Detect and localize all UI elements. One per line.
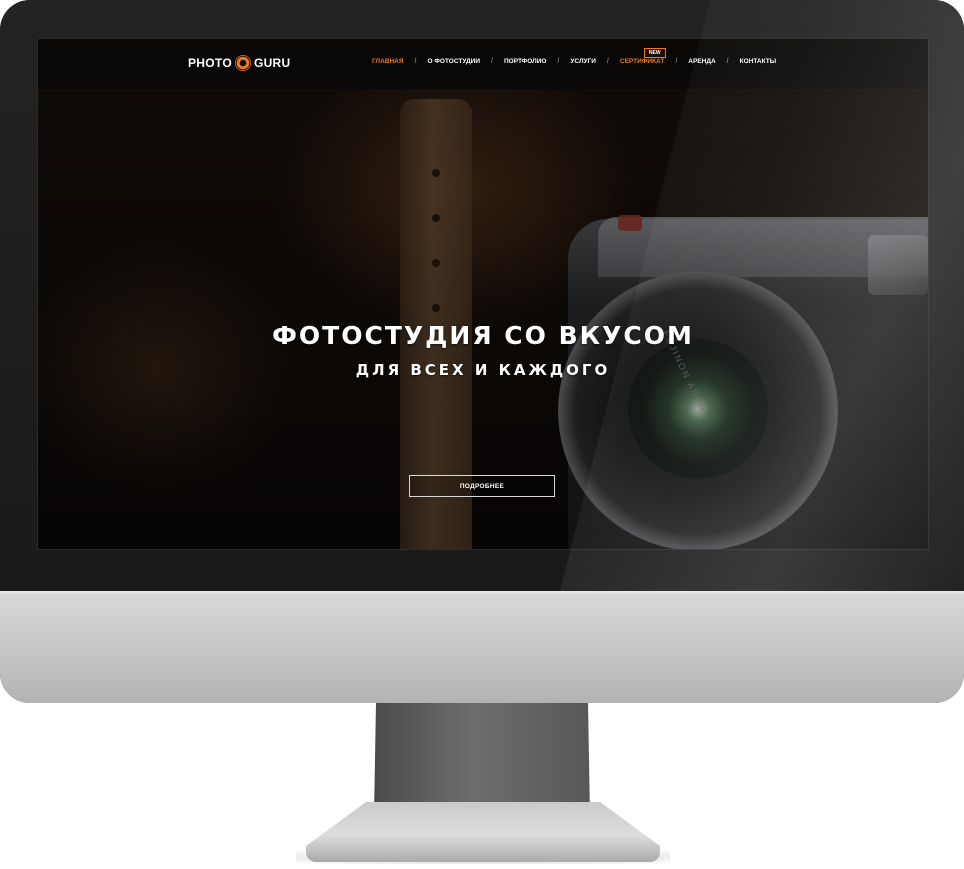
nav-separator: /	[726, 58, 729, 65]
nav-separator: /	[414, 58, 417, 65]
nav-item-about[interactable]: О ФОТОСТУДИИ	[428, 58, 481, 65]
hero-subtitle: ДЛЯ ВСЕХ И КАЖДОГО	[355, 361, 611, 379]
new-badge: NEW	[643, 48, 666, 58]
desktop-mockup: FUJINON ASPH PHOTO GURU ГЛАВНАЯ / О ФОТО…	[0, 0, 964, 869]
nav-item-portfolio[interactable]: ПОРТФОЛИО	[504, 58, 546, 65]
hero-dark-overlay	[38, 39, 928, 549]
aperture-icon	[234, 55, 251, 71]
monitor: FUJINON ASPH PHOTO GURU ГЛАВНАЯ / О ФОТО…	[0, 0, 964, 703]
nav-separator: /	[491, 58, 493, 65]
nav-separator: /	[675, 58, 678, 65]
nav-item-rent[interactable]: АРЕНДА	[688, 58, 715, 65]
website-screen: FUJINON ASPH PHOTO GURU ГЛАВНАЯ / О ФОТО…	[37, 38, 929, 550]
site-logo[interactable]: PHOTO GURU	[188, 53, 291, 73]
nav-item-contacts[interactable]: КОНТАКТЫ	[740, 58, 776, 65]
monitor-stand-neck	[374, 703, 590, 815]
nav-separator: /	[557, 58, 560, 65]
nav-separator: /	[606, 58, 609, 65]
more-button[interactable]: ПОДРОБНЕЕ	[409, 475, 555, 497]
top-navbar: PHOTO GURU ГЛАВНАЯ / О ФОТОСТУДИИ / ПОРТ…	[38, 39, 928, 89]
hero-title: ФОТОСТУДИЯ СО ВКУСОМ	[272, 321, 694, 350]
nav-item-certificate-label: СЕРТИФИКАТ	[619, 58, 665, 65]
logo-text-photo: PHOTO	[188, 56, 232, 70]
monitor-chin	[0, 591, 964, 703]
monitor-stand-foot	[306, 802, 660, 862]
nav-item-certificate[interactable]: СЕРТИФИКАТ NEW	[619, 48, 666, 65]
main-menu: ГЛАВНАЯ / О ФОТОСТУДИИ / ПОРТФОЛИО / УСЛ…	[372, 48, 776, 65]
monitor-chin-highlight	[0, 591, 964, 595]
nav-item-home[interactable]: ГЛАВНАЯ	[372, 58, 404, 65]
logo-text-guru: GURU	[253, 56, 291, 70]
nav-item-services[interactable]: УСЛУГИ	[570, 58, 596, 65]
